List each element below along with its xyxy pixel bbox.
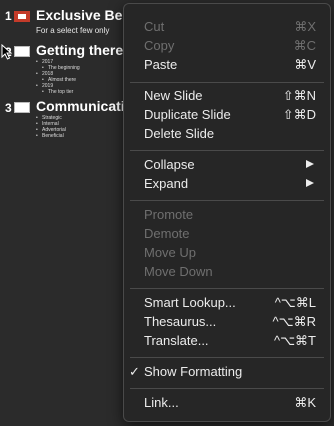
- menu-separator: [130, 388, 324, 389]
- shortcut-label: ⌘V: [294, 57, 316, 72]
- menu-item-translate[interactable]: Translate... ^⌥⌘T: [124, 331, 330, 350]
- menu-item-thesaurus[interactable]: Thesaurus... ^⌥⌘R: [124, 312, 330, 331]
- menu-item-move-up[interactable]: Move Up: [124, 243, 330, 262]
- submenu-arrow-icon: [306, 179, 314, 187]
- menu-separator: [130, 288, 324, 289]
- shortcut-label: ^⌥⌘L: [274, 295, 316, 310]
- shortcut-label: ⌘X: [294, 19, 316, 34]
- slide-number: 3: [5, 101, 12, 115]
- shortcut-label: ^⌥⌘R: [272, 314, 316, 329]
- menu-item-promote[interactable]: Promote: [124, 205, 330, 224]
- slide-thumbnail-icon[interactable]: [14, 102, 30, 113]
- mouse-pointer-icon: [1, 44, 13, 60]
- menu-item-move-down[interactable]: Move Down: [124, 262, 330, 281]
- menu-item-show-formatting[interactable]: ✓ Show Formatting: [124, 362, 330, 381]
- menu-item-delete-slide[interactable]: Delete Slide: [124, 124, 330, 143]
- shortcut-label: ⌘C: [293, 38, 316, 53]
- menu-separator: [130, 200, 324, 201]
- bullet-item[interactable]: • The top tier: [36, 89, 80, 95]
- shortcut-label: ^⌥⌘T: [273, 333, 316, 348]
- slide-number: 1: [5, 9, 12, 23]
- slide-thumbnail-icon[interactable]: [14, 46, 30, 57]
- shortcut-label: ⇧⌘D: [282, 107, 316, 122]
- menu-item-paste[interactable]: Paste ⌘V: [124, 55, 330, 74]
- shortcut-label: ⇧⌘N: [282, 88, 316, 103]
- checkmark-icon: ✓: [129, 364, 140, 379]
- menu-separator: [130, 357, 324, 358]
- bullet-item[interactable]: • Beneficial: [36, 133, 66, 139]
- slide-bullet-list: • 2017 • The beginning • 2018 • Almost there…: [36, 59, 80, 95]
- shortcut-label: ⌘K: [294, 395, 316, 410]
- menu-item-cut[interactable]: Cut ⌘X: [124, 17, 330, 36]
- menu-item-smart-lookup[interactable]: Smart Lookup... ^⌥⌘L: [124, 293, 330, 312]
- slide-thumbnail-icon[interactable]: [14, 11, 30, 22]
- menu-item-collapse[interactable]: Collapse: [124, 155, 330, 174]
- menu-item-link[interactable]: Link... ⌘K: [124, 393, 330, 412]
- context-menu: Cut ⌘X Copy ⌘C Paste ⌘V New Slide ⇧⌘N Du…: [123, 3, 331, 422]
- menu-item-demote[interactable]: Demote: [124, 224, 330, 243]
- menu-separator: [130, 82, 324, 83]
- slide-bullet-list: • Strategic • Internal • Advertorial • Benef…: [36, 115, 66, 139]
- menu-item-expand[interactable]: Expand: [124, 174, 330, 193]
- menu-item-copy[interactable]: Copy ⌘C: [124, 36, 330, 55]
- menu-separator: [130, 150, 324, 151]
- menu-item-duplicate-slide[interactable]: Duplicate Slide ⇧⌘D: [124, 105, 330, 124]
- menu-item-new-slide[interactable]: New Slide ⇧⌘N: [124, 86, 330, 105]
- submenu-arrow-icon: [306, 160, 314, 168]
- slide-subtitle[interactable]: For a select few only: [36, 26, 109, 35]
